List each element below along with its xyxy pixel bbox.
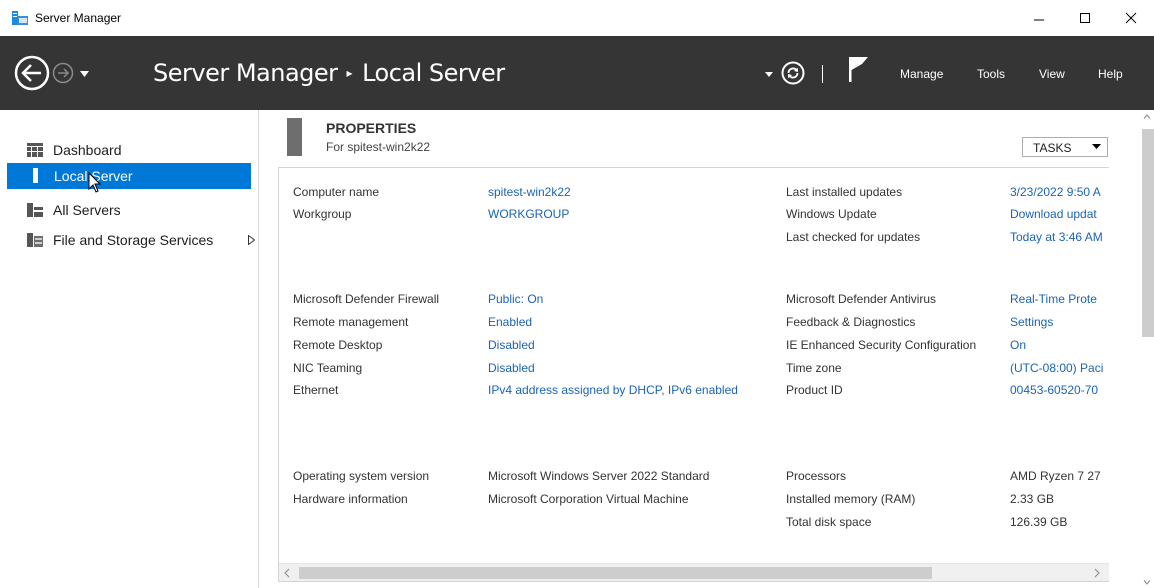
prop-value-processors: AMD Ryzen 7 27 [1010, 469, 1101, 483]
close-icon [1125, 12, 1137, 24]
server-manager-app-icon [12, 11, 28, 25]
prop-value-ethernet[interactable]: IPv4 address assigned by DHCP, IPv6 enab… [488, 383, 738, 397]
minimize-button[interactable] [1016, 0, 1062, 36]
prop-value-firewall[interactable]: Public: On [488, 292, 543, 306]
title-bar: Server Manager [0, 0, 1154, 36]
breadcrumb-separator-icon: ▸ [346, 66, 353, 80]
menu-tools[interactable]: Tools [977, 67, 1005, 81]
prop-label-workgroup: Workgroup [293, 207, 352, 221]
tasks-label: TASKS [1033, 141, 1072, 155]
prop-label-windows-update: Windows Update [786, 207, 877, 221]
prop-value-remote-desktop[interactable]: Disabled [488, 338, 535, 352]
properties-section-icon [287, 118, 302, 156]
breadcrumb: Server Manager ▸ Local Server [153, 59, 505, 87]
expand-arrow-icon[interactable] [248, 235, 255, 245]
scroll-down-icon[interactable] [1143, 580, 1151, 585]
close-button[interactable] [1108, 0, 1154, 36]
vertical-scrollbar[interactable] [1140, 110, 1154, 588]
chevron-down-icon [1092, 144, 1101, 149]
mouse-cursor-icon [88, 172, 102, 193]
prop-label-ie-esc: IE Enhanced Security Configuration [786, 338, 977, 352]
sidebar-item-dashboard[interactable]: Dashboard [7, 137, 251, 163]
prop-label-processors: Processors [786, 469, 847, 483]
sidebar-item-local-server[interactable]: Local Server [7, 163, 251, 189]
main-content: PROPERTIES For spitest-win2k22 TASKS Com… [259, 110, 1154, 588]
vertical-scroll-thumb[interactable] [1142, 129, 1154, 337]
breadcrumb-dropdown-icon[interactable] [765, 72, 773, 77]
prop-value-hardware-info: Microsoft Corporation Virtual Machine [488, 492, 689, 506]
prop-value-computer-name[interactable]: spitest-win2k22 [488, 185, 571, 199]
prop-value-nic-teaming[interactable]: Disabled [488, 361, 535, 375]
scroll-left-icon[interactable] [284, 568, 290, 578]
forward-arrow-icon[interactable] [52, 62, 74, 84]
prop-label-os-version: Operating system version [293, 469, 430, 483]
window-title: Server Manager [35, 11, 122, 25]
app-header: Server Manager ▸ Local Server Manage Tools… [0, 36, 1154, 110]
prop-label-product-id: Product ID [786, 383, 843, 397]
prop-value-last-installed-updates[interactable]: 3/23/2022 9:50 A [1010, 185, 1101, 199]
prop-value-os-version: Microsoft Windows Server 2022 Standard [488, 469, 710, 483]
scroll-up-icon[interactable] [1143, 114, 1151, 119]
notifications-flag-icon[interactable] [847, 56, 869, 82]
horizontal-scroll-thumb[interactable] [299, 567, 932, 579]
prop-label-computer-name: Computer name [293, 185, 380, 199]
properties-panel: Computer name spitest-win2k22 Workgroup … [278, 167, 1109, 582]
prop-label-feedback-diagnostics: Feedback & Diagnostics [786, 315, 916, 329]
prop-label-hardware-info: Hardware information [293, 492, 408, 506]
storage-icon [27, 233, 43, 247]
prop-label-firewall: Microsoft Defender Firewall [293, 292, 440, 306]
prop-label-remote-management: Remote management [293, 315, 409, 329]
sidebar-item-label: All Servers [53, 202, 121, 218]
prop-value-time-zone[interactable]: (UTC-08:00) Paci [1010, 361, 1103, 375]
server-icon [33, 168, 38, 183]
horizontal-scrollbar[interactable] [279, 563, 1109, 581]
menu-view[interactable]: View [1039, 67, 1065, 81]
prop-value-defender-antivirus[interactable]: Real-Time Prote [1010, 292, 1097, 306]
prop-label-time-zone: Time zone [786, 361, 842, 375]
prop-label-total-disk: Total disk space [786, 515, 872, 529]
prop-value-workgroup[interactable]: WORKGROUP [488, 207, 569, 221]
prop-value-ie-esc[interactable]: On [1010, 338, 1026, 352]
properties-subtitle: For spitest-win2k22 [326, 140, 431, 154]
breadcrumb-current: Local Server [362, 59, 505, 87]
prop-value-windows-update[interactable]: Download updat [1010, 207, 1097, 221]
tasks-dropdown-button[interactable]: TASKS [1022, 137, 1108, 157]
maximize-button[interactable] [1062, 0, 1108, 36]
prop-label-installed-memory: Installed memory (RAM) [786, 492, 916, 506]
prop-label-nic-teaming: NIC Teaming [293, 361, 363, 375]
menu-help[interactable]: Help [1098, 67, 1123, 81]
header-divider [822, 65, 823, 83]
servers-icon [27, 203, 43, 217]
prop-label-remote-desktop: Remote Desktop [293, 338, 383, 352]
menu-manage[interactable]: Manage [900, 67, 943, 81]
minimize-icon [1034, 19, 1044, 21]
prop-value-remote-management[interactable]: Enabled [488, 315, 532, 329]
prop-label-last-checked: Last checked for updates [786, 230, 921, 244]
prop-value-product-id[interactable]: 00453-60520-70 [1010, 383, 1098, 397]
prop-value-last-checked[interactable]: Today at 3:46 AM [1010, 230, 1103, 244]
maximize-icon [1080, 13, 1090, 23]
history-dropdown-icon[interactable] [80, 71, 89, 77]
sidebar-item-file-storage[interactable]: File and Storage Services [7, 227, 255, 253]
prop-value-feedback-diagnostics[interactable]: Settings [1010, 315, 1053, 329]
sidebar-item-label: Dashboard [53, 142, 122, 158]
navigation-sidebar: Dashboard Local Server All Servers File … [0, 110, 258, 588]
breadcrumb-root[interactable]: Server Manager [153, 59, 338, 87]
sidebar-item-label: File and Storage Services [53, 232, 214, 248]
prop-label-defender-antivirus: Microsoft Defender Antivirus [786, 292, 937, 306]
dashboard-icon [27, 143, 43, 157]
scroll-right-icon[interactable] [1094, 568, 1100, 578]
properties-title: PROPERTIES [326, 120, 417, 136]
prop-value-installed-memory: 2.33 GB [1010, 492, 1055, 506]
refresh-icon[interactable] [781, 61, 805, 85]
prop-value-total-disk: 126.39 GB [1010, 515, 1068, 529]
prop-label-last-installed-updates: Last installed updates [786, 185, 903, 199]
sidebar-item-all-servers[interactable]: All Servers [7, 197, 251, 223]
back-arrow-icon[interactable] [14, 55, 50, 91]
prop-label-ethernet: Ethernet [293, 383, 339, 397]
